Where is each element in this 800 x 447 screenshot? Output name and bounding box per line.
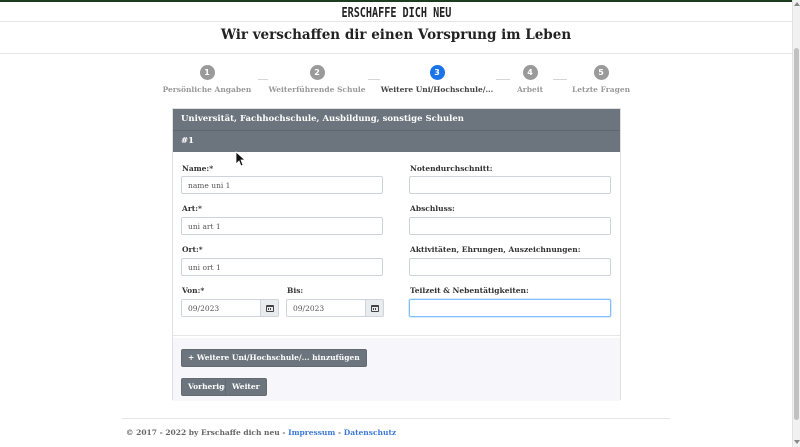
ort-label: Ort:* [182, 245, 203, 254]
mouse-cursor-icon [235, 151, 245, 167]
scroll-down-icon[interactable] [794, 440, 800, 444]
ort-input[interactable]: uni ort 1 [181, 258, 383, 276]
von-calendar-button[interactable] [260, 299, 279, 317]
von-label: Von:* [182, 286, 205, 295]
page-footer: © 2017 - 2022 by Erschaffe dich neu - Im… [126, 428, 396, 437]
name-label: Name:* [182, 164, 214, 173]
abschluss-label: Abschluss: [410, 204, 455, 213]
next-button[interactable]: Weiter [225, 378, 267, 396]
add-education-button[interactable]: + Weitere Uni/Hochschule/... hinzufügen [181, 349, 367, 367]
name-input[interactable]: name uni 1 [181, 176, 383, 194]
bis-label: Bis: [287, 286, 304, 295]
step-2-label: Weiterführende Schule [268, 85, 366, 94]
notendurchschnitt-input[interactable] [409, 176, 611, 194]
card-actions: + Weitere Uni/Hochschule/... hinzufügen … [173, 338, 620, 401]
impressum-link[interactable]: Impressum [288, 428, 335, 437]
step-2[interactable]: 2 Weiterführende Schule [257, 65, 377, 94]
progress-stepper: 1 Persönliche Angaben 2 Weiterführende S… [163, 65, 630, 97]
card-header: Universität, Fachhochschule, Ausbildung,… [173, 109, 620, 130]
bis-date-input[interactable]: 09/2023 [286, 299, 366, 317]
teilzeit-label: Teilzeit & Nebentätigkeiten: [410, 286, 529, 295]
scrollbar-thumb[interactable] [794, 48, 799, 420]
headline-divider [0, 53, 792, 54]
step-5-label: Letzte Fragen [571, 85, 631, 94]
footer-divider [122, 418, 670, 419]
aktivitaeten-label: Aktivitäten, Ehrungen, Auszeichnungen: [410, 245, 581, 254]
art-label: Art:* [182, 204, 202, 213]
bis-calendar-button[interactable] [365, 299, 384, 317]
footer-separator: - [337, 428, 342, 437]
teilzeit-input[interactable] [409, 299, 611, 317]
page-headline: Wir verschaffen dir einen Vorsprung im L… [220, 27, 572, 43]
calendar-icon [266, 305, 274, 312]
step-5[interactable]: 5 Letzte Fragen [541, 65, 661, 94]
step-1[interactable]: 1 Persönliche Angaben [147, 65, 267, 94]
von-date-input[interactable]: 09/2023 [181, 299, 261, 317]
brand-logo[interactable]: ERSCHAFFE DICH NEU [341, 4, 451, 24]
brand-bar: ERSCHAFFE DICH NEU [0, 2, 792, 22]
entry-header: #1 [173, 130, 620, 152]
step-5-number: 5 [593, 65, 609, 80]
scroll-up-icon[interactable] [794, 2, 800, 6]
step-2-number: 2 [309, 65, 325, 80]
step-3-number: 3 [429, 65, 445, 80]
education-form: Name:* name uni 1 Art:* uni art 1 Ort:* … [173, 152, 620, 336]
art-input[interactable]: uni art 1 [181, 217, 383, 235]
step-1-number: 1 [199, 65, 215, 80]
step-4-number: 4 [522, 65, 538, 80]
aktivitaeten-input[interactable] [409, 258, 611, 276]
step-1-label: Persönliche Angaben [162, 85, 252, 94]
datenschutz-link[interactable]: Datenschutz [344, 428, 396, 437]
copyright-text: © 2017 - 2022 by Erschaffe dich neu - [126, 428, 286, 437]
calendar-icon [371, 305, 379, 312]
vertical-scrollbar[interactable] [792, 0, 800, 447]
abschluss-input[interactable] [409, 217, 611, 235]
notendurchschnitt-label: Notendurchschnitt: [410, 164, 493, 173]
